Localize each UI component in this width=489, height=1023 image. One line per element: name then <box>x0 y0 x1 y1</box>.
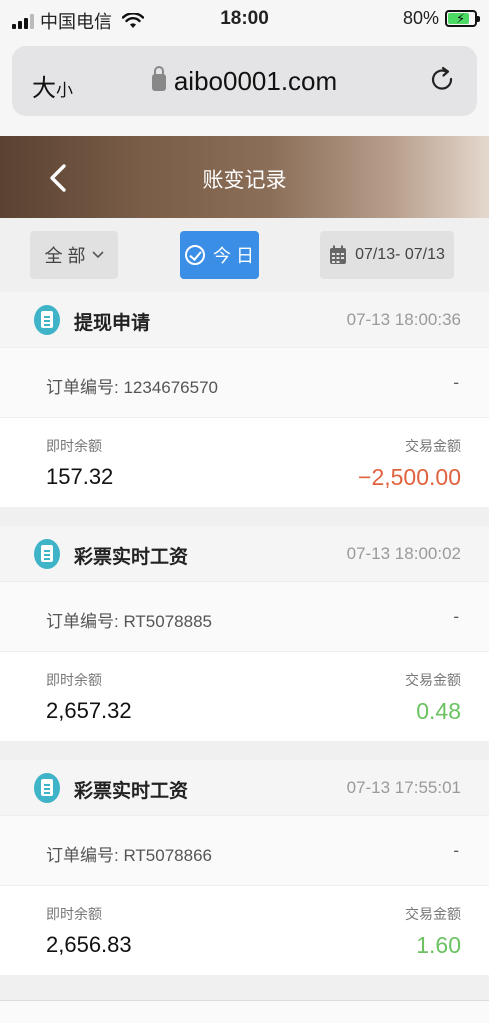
balance-label: 即时余额 <box>46 906 102 922</box>
order-prefix: 订单编号: <box>46 846 124 865</box>
carrier-name: 中国电信 <box>40 12 112 32</box>
order-extra: - <box>453 607 459 626</box>
order-extra: - <box>453 373 459 392</box>
order-row: 订单编号: 1234676570 - <box>0 347 489 417</box>
signal-icon <box>12 13 34 29</box>
record-time: 07-13 18:00:36 <box>346 310 461 329</box>
record-type: 彩票实时工资 <box>74 547 189 568</box>
status-bar: 中国电信 18:00 80% ⚡ <box>0 0 489 40</box>
record-card[interactable]: 提现申请 07-13 18:00:36 订单编号: 1234676570 - 即… <box>0 292 489 507</box>
order-prefix: 订单编号: <box>46 378 124 397</box>
record-header: 提现申请 07-13 18:00:36 <box>0 292 489 347</box>
amount-row: 即时余额 2,657.32 交易金额 0.48 <box>0 651 489 741</box>
order-prefix: 订单编号: <box>46 612 124 631</box>
document-icon <box>34 773 60 803</box>
url-text: aibo0001.com <box>173 66 338 96</box>
amount-value: 0.48 <box>416 698 461 724</box>
type-filter-label: 全 部 <box>44 246 86 266</box>
document-icon <box>34 305 60 335</box>
order-no: RT5078866 <box>123 846 212 865</box>
browser-toolbar: 大小 aibo0001.com <box>0 40 489 136</box>
order-extra: - <box>453 841 459 860</box>
wifi-icon <box>122 13 144 28</box>
amount-label: 交易金额 <box>405 438 461 454</box>
amount-label: 交易金额 <box>405 672 461 688</box>
balance-value: 2,656.83 <box>46 932 132 957</box>
reload-icon[interactable] <box>429 66 457 94</box>
page-title: 账变记录 <box>202 169 287 192</box>
balance-value: 157.32 <box>46 464 114 489</box>
record-time: 07-13 18:00:02 <box>346 544 461 563</box>
balance-value: 2,657.32 <box>46 698 132 723</box>
chevron-down-icon <box>91 251 104 259</box>
status-right: 80% ⚡ <box>402 8 480 29</box>
page-header: 账变记录 <box>0 136 489 218</box>
document-icon <box>34 539 60 569</box>
date-range-text: 07/13- 07/13 <box>355 246 445 263</box>
order-row: 订单编号: RT5078866 - <box>0 815 489 885</box>
check-circle-icon <box>184 245 205 265</box>
record-header: 彩票实时工资 07-13 17:55:01 <box>0 760 489 815</box>
balance-label: 即时余额 <box>46 438 102 454</box>
amount-value: 1.60 <box>416 932 461 958</box>
battery-percent: 80% <box>402 8 439 28</box>
record-card[interactable]: 彩票实时工资 07-13 17:55:01 订单编号: RT5078866 - … <box>0 760 489 975</box>
order-no: RT5078885 <box>123 612 212 631</box>
order-number: 订单编号: RT5078866 <box>46 841 212 866</box>
date-range-picker[interactable]: 07/13- 07/13 <box>320 231 454 279</box>
order-no: 1234676570 <box>123 378 218 397</box>
amount-row: 即时余额 157.32 交易金额 −2,500.00 <box>0 417 489 507</box>
order-number: 订单编号: RT5078885 <box>46 607 212 632</box>
battery-icon: ⚡ <box>445 10 480 27</box>
bottom-edge <box>0 1000 489 1023</box>
filter-bar: 全 部 今 日 07/13- 07/13 <box>0 218 489 292</box>
record-time: 07-13 17:55:01 <box>346 778 461 797</box>
today-filter-label: 今 日 <box>212 246 254 266</box>
amount-row: 即时余额 2,656.83 交易金额 1.60 <box>0 885 489 975</box>
url-display[interactable]: aibo0001.com <box>12 66 477 97</box>
today-filter-button[interactable]: 今 日 <box>180 231 259 279</box>
record-type: 提现申请 <box>74 313 151 334</box>
amount-label: 交易金额 <box>405 906 461 922</box>
balance-label: 即时余额 <box>46 672 102 688</box>
lock-icon <box>151 66 166 91</box>
amount-value: −2,500.00 <box>358 464 461 490</box>
record-header: 彩票实时工资 07-13 18:00:02 <box>0 526 489 581</box>
record-type: 彩票实时工资 <box>74 781 189 802</box>
address-bar[interactable]: 大小 aibo0001.com <box>12 46 477 116</box>
order-number: 订单编号: 1234676570 <box>46 373 218 398</box>
record-card[interactable]: 彩票实时工资 07-13 18:00:02 订单编号: RT5078885 - … <box>0 526 489 741</box>
type-filter-dropdown[interactable]: 全 部 <box>30 231 118 279</box>
order-row: 订单编号: RT5078885 - <box>0 581 489 651</box>
calendar-icon <box>330 245 347 264</box>
status-left: 中国电信 <box>12 8 144 34</box>
